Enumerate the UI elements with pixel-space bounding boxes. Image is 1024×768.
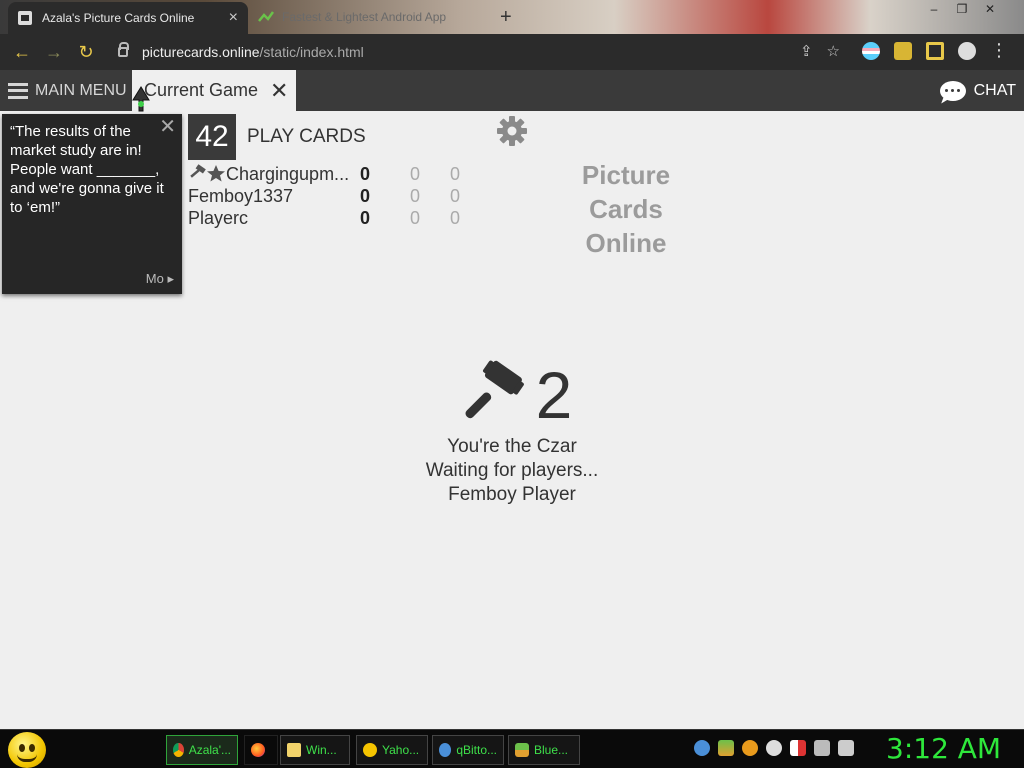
reload-icon[interactable]: ↻	[70, 42, 102, 63]
main-menu-label: MAIN MENU	[35, 81, 127, 99]
tab-close-icon[interactable]: ×	[229, 9, 238, 27]
player-score: 0	[360, 186, 371, 206]
player-row: Chargingupm... 0 0 0	[188, 164, 488, 186]
browser-menu-icon[interactable]: ⋮	[990, 40, 1008, 61]
taskbar-item[interactable]: Azala'...	[166, 735, 238, 765]
taskbar-item[interactable]: qBitto...	[432, 735, 504, 765]
waiting-status-line: Waiting for players...	[425, 460, 599, 481]
czar-gavel-star-icon	[190, 164, 225, 182]
restore-icon[interactable]: ❐	[948, 0, 976, 20]
site-logo-text: Picture Cards Online	[581, 160, 671, 258]
tab-title: Azala's Picture Cards Online	[42, 11, 195, 25]
player-stat: 0	[410, 186, 421, 206]
new-tab-button[interactable]: +	[500, 6, 512, 29]
czar-status: 2 You're the Czar Waiting for players...…	[420, 355, 604, 507]
os-taskbar: Azala'... Win... Yaho... qBitto... Blue.…	[0, 729, 1024, 768]
caret-right-icon: ▸	[167, 271, 174, 286]
player-stat: 0	[450, 164, 461, 184]
gavel-icon	[465, 360, 524, 419]
player-stat: 0	[450, 186, 461, 206]
gear-icon[interactable]	[496, 115, 528, 147]
system-tray	[694, 740, 854, 756]
lock-icon	[118, 42, 129, 57]
android-app-favicon-icon	[258, 11, 274, 22]
cards-count-badge: 42	[188, 114, 236, 160]
close-game-tab-icon[interactable]: ✕	[270, 78, 288, 104]
minimize-icon[interactable]: –	[920, 0, 948, 20]
player-score: 0	[360, 208, 371, 228]
bluestacks-icon	[515, 743, 529, 757]
bluestacks-tray-icon[interactable]	[718, 740, 734, 756]
messenger-tray-icon[interactable]	[766, 740, 782, 756]
app-bar: MAIN MENU Current Game ✕ CHAT	[0, 70, 1024, 111]
chat-button[interactable]: CHAT	[939, 70, 1016, 111]
current-game-label: Current Game	[144, 80, 259, 100]
back-arrow-icon[interactable]: ←	[6, 42, 38, 63]
extension-icons: ⋮	[862, 40, 1008, 61]
site-favicon-icon	[18, 11, 32, 25]
players-list: Chargingupm... 0 0 0 Femboy1337 0 0 0 Pl…	[188, 164, 488, 230]
folder-icon	[287, 743, 301, 757]
mouse-cursor-icon	[132, 86, 150, 112]
chrome-icon	[173, 743, 184, 757]
start-smiley-icon[interactable]	[8, 732, 46, 768]
tab-current-game[interactable]: Current Game ✕	[132, 70, 296, 111]
extensions-puzzle-icon[interactable]	[894, 41, 912, 60]
player-stat: 0	[410, 208, 421, 228]
chat-label: CHAT	[973, 81, 1016, 99]
browser-tab-active[interactable]: Azala's Picture Cards Online ×	[8, 2, 248, 34]
side-panel-icon[interactable]	[926, 41, 944, 60]
black-card-popup: “The results of the market study are in!…	[2, 114, 182, 294]
volume-icon[interactable]	[838, 740, 854, 756]
player-stat: 0	[450, 208, 461, 228]
network-icon[interactable]	[814, 740, 830, 756]
window-controls: – ❐ ✕	[920, 0, 1004, 20]
account-avatar-icon[interactable]	[958, 41, 976, 60]
browser-tab-2[interactable]: Fastest & Lightest Android App	[258, 6, 488, 28]
player-row: Femboy1337 0 0 0	[188, 186, 488, 208]
yahoo-messenger-icon	[363, 743, 377, 757]
chat-bubble-icon	[939, 80, 966, 101]
qbittorrent-tray-icon[interactable]	[694, 740, 710, 756]
player-name: Femboy1337	[188, 186, 294, 206]
play-cards-label[interactable]: PLAY CARDS	[247, 126, 366, 148]
browser-tabstrip: Azala's Picture Cards Online × Fastest &…	[0, 0, 1024, 34]
forward-arrow-icon[interactable]: →	[38, 42, 70, 63]
czar-round-number: 2	[535, 358, 573, 432]
close-card-icon[interactable]: ✕	[159, 117, 176, 137]
player-name: Playerc	[188, 208, 249, 228]
black-card-text: “The results of the market study are in!…	[10, 123, 164, 216]
hamburger-icon	[8, 82, 28, 99]
qbittorrent-icon	[439, 743, 452, 757]
player-name: Chargingupm...	[226, 164, 350, 184]
more-link[interactable]: Mo ▸	[146, 269, 174, 288]
taskbar-item[interactable]: Yaho...	[356, 735, 428, 765]
main-menu-button[interactable]: MAIN MENU	[0, 70, 132, 111]
player-row: Playerc 0 0 0	[188, 208, 488, 230]
taskbar-item[interactable]: Win...	[280, 735, 350, 765]
address-bar[interactable]: picturecards.online/static/index.html ⇪ …	[110, 38, 850, 66]
bookmark-star-icon[interactable]: ☆	[827, 42, 840, 60]
action-center-flag-icon[interactable]	[790, 740, 806, 756]
taskbar-clock[interactable]: 3:12 AM	[886, 732, 1001, 765]
search-tray-icon[interactable]	[742, 740, 758, 756]
profile-flag-icon[interactable]	[862, 41, 880, 60]
share-icon[interactable]: ⇪	[800, 42, 813, 60]
close-window-icon[interactable]: ✕	[976, 0, 1004, 20]
pending-player-line: Femboy Player	[448, 484, 576, 505]
player-stat: 0	[410, 164, 421, 184]
taskbar-item[interactable]	[244, 735, 278, 765]
url-text: picturecards.online/static/index.html	[142, 44, 364, 60]
firefox-icon	[251, 743, 265, 757]
taskbar-item[interactable]: Blue...	[508, 735, 580, 765]
czar-status-line: You're the Czar	[447, 436, 577, 457]
player-score: 0	[360, 164, 371, 184]
tab-title-2: Fastest & Lightest Android App	[282, 10, 447, 24]
